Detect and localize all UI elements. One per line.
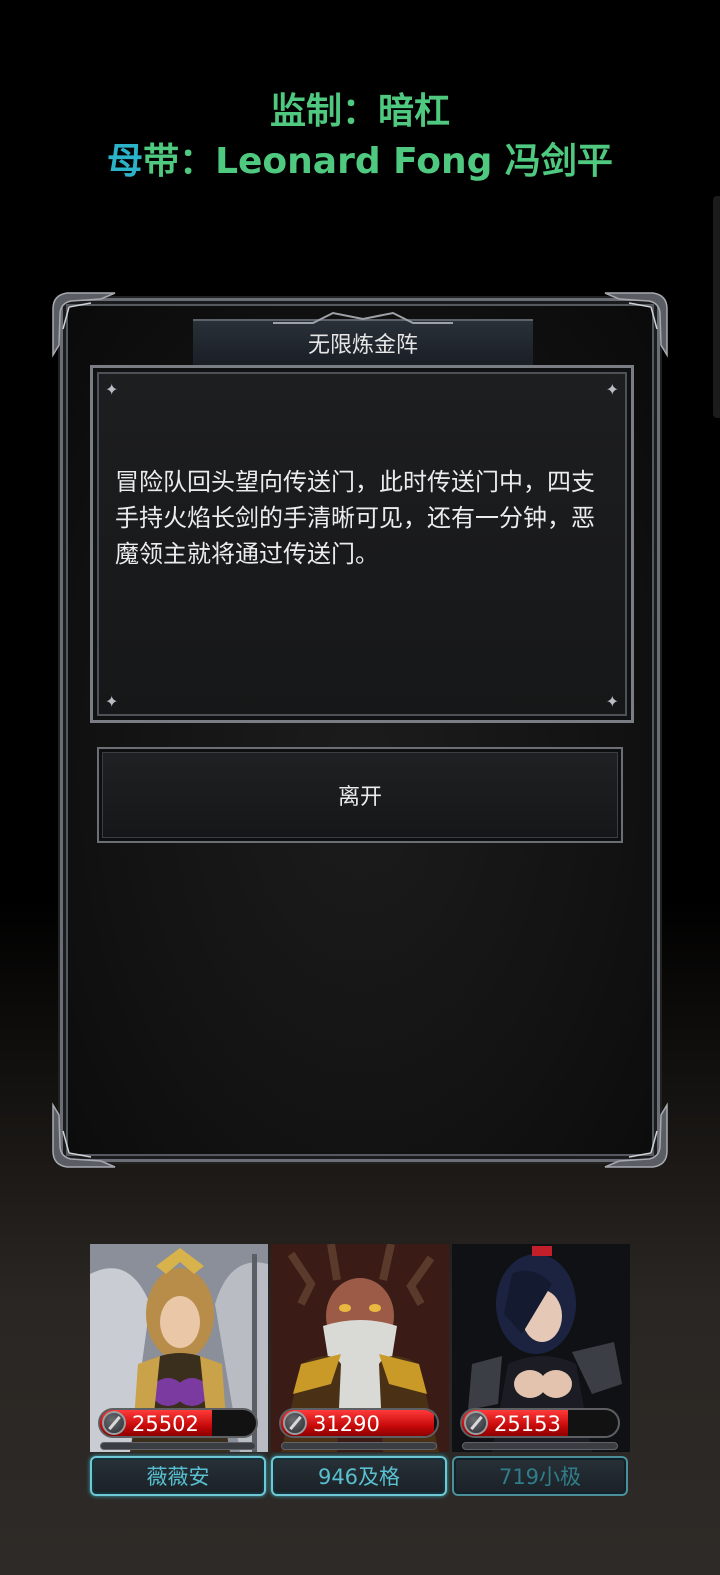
dialog-title: 无限炼金阵 <box>307 333 418 358</box>
hero-name-plate[interactable]: 薇薇安 <box>90 1456 266 1496</box>
mp-bar <box>462 1442 618 1450</box>
hp-value: 25153 <box>494 1412 561 1436</box>
credit-supervisor: 监制：暗杠 <box>269 91 450 132</box>
sparkle-icon: ✦ <box>105 380 119 399</box>
party-member-card[interactable]: 31290 946及格 <box>269 1244 451 1502</box>
sparkle-icon: ✦ <box>605 380 619 399</box>
leave-button[interactable]: 离开 <box>97 747 623 843</box>
mp-bar <box>100 1442 256 1450</box>
hero-name-plate[interactable]: 719小极 <box>452 1456 628 1496</box>
corner-ornament <box>601 1101 671 1171</box>
hero-name-plate[interactable]: 946及格 <box>271 1456 447 1496</box>
party-member-card[interactable]: 25153 719小极 <box>450 1244 632 1502</box>
event-dialog: 无限炼金阵 ✦ ✦ ✦ ✦ 冒险队回头望向传送门，此时传送门中，四支手持火焰长剑… <box>52 292 668 1168</box>
corner-ornament <box>49 289 119 359</box>
hp-bar: 25153 <box>460 1408 620 1438</box>
party-member-card[interactable]: 25502 薇薇安 <box>88 1244 270 1502</box>
party-roster: 25502 薇薇安 31290 946及格 25153 719小极 <box>88 1244 632 1502</box>
hp-value: 25502 <box>132 1412 199 1436</box>
story-panel: ✦ ✦ ✦ ✦ 冒险队回头望向传送门，此时传送门中，四支手持火焰长剑的手清晰可见… <box>90 365 634 723</box>
hp-value: 31290 <box>313 1412 380 1436</box>
mp-bar <box>281 1442 437 1450</box>
sword-icon <box>464 1411 488 1435</box>
credit-leader-prefix: 母 <box>107 141 144 182</box>
hp-bar: 31290 <box>279 1408 439 1438</box>
credit-leader: 母带：Leonard Fong 冯剑平 <box>0 132 720 184</box>
story-text: 冒险队回头望向传送门，此时传送门中，四支手持火焰长剑的手清晰可见，还有一分钟，恶… <box>115 468 595 568</box>
title-crest-ornament <box>273 311 453 324</box>
credit-leader-rest: 带：Leonard Fong 冯剑平 <box>143 141 613 182</box>
sword-icon <box>102 1411 126 1435</box>
hp-bar: 25502 <box>98 1408 258 1438</box>
sparkle-icon: ✦ <box>105 692 119 711</box>
corner-ornament <box>49 1101 119 1171</box>
dialog-title-bar: 无限炼金阵 <box>193 311 533 367</box>
corner-ornament <box>601 289 671 359</box>
side-edge-tab[interactable] <box>713 196 720 418</box>
sparkle-icon: ✦ <box>605 692 619 711</box>
sword-icon <box>283 1411 307 1435</box>
